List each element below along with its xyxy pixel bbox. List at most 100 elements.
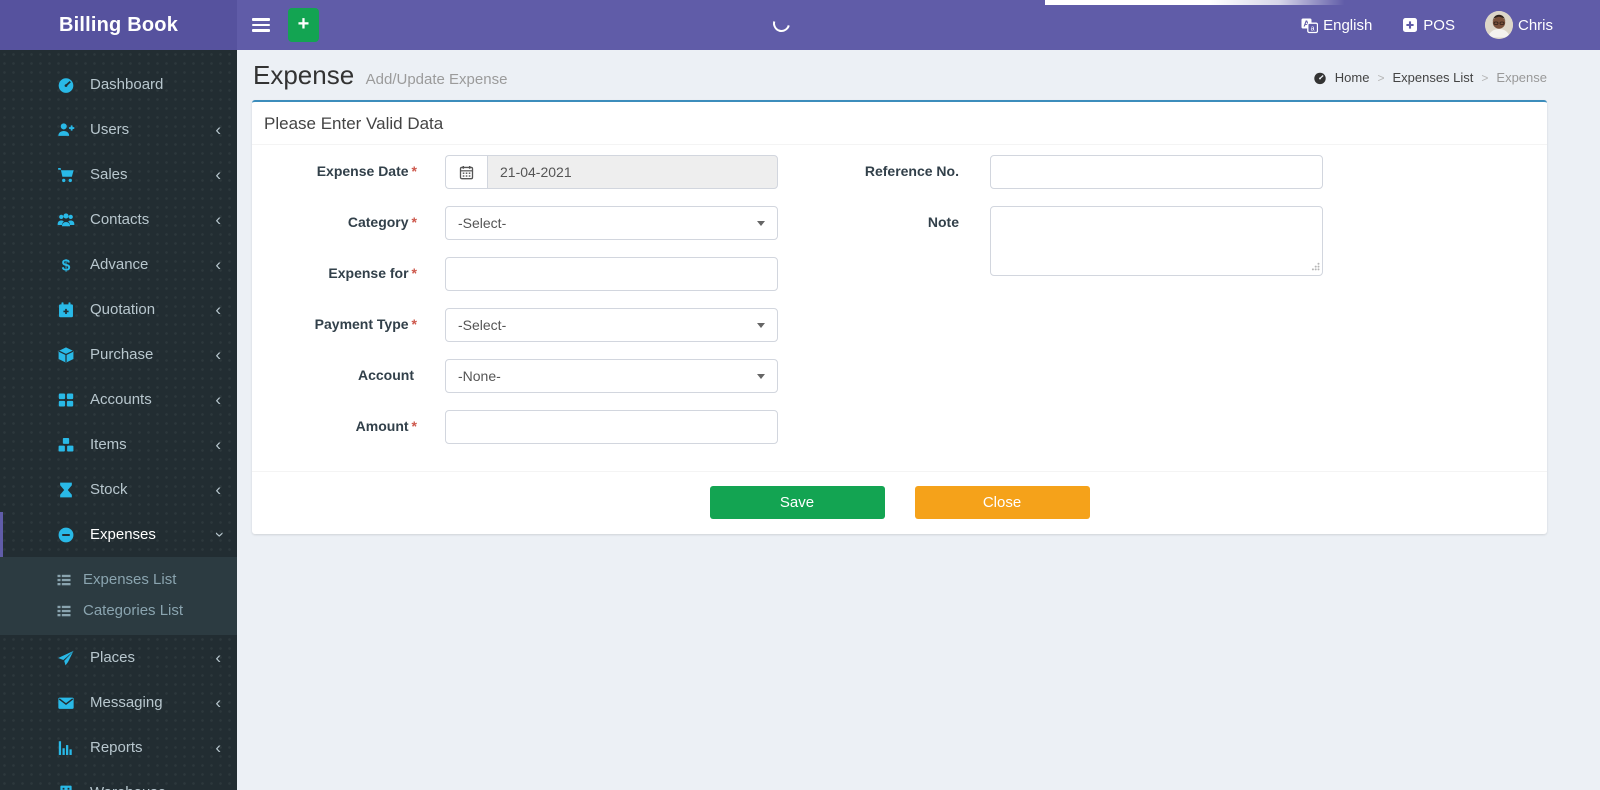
account-select[interactable]: -None- (445, 359, 778, 393)
note-textarea[interactable] (990, 206, 1323, 276)
sidebar-item-label: Messaging (90, 694, 163, 711)
card-footer: Save Close (252, 471, 1547, 534)
chevron-left-icon: ‹ (215, 255, 221, 274)
chevron-down-icon (757, 374, 765, 379)
sidebar-item-sales[interactable]: Sales ‹ (0, 152, 237, 197)
sidebar-item-label: Items (90, 436, 127, 453)
sidebar-item-label: Places (90, 649, 136, 666)
chevron-left-icon: ‹ (215, 435, 221, 454)
save-button[interactable]: Save (709, 486, 885, 519)
sidebar-subitem-label: Expenses List (83, 571, 177, 588)
sidebar-item-items[interactable]: Items ‹ (0, 422, 237, 467)
breadcrumb: Home > Expenses List > Expense (1313, 70, 1547, 85)
expense-for-input[interactable] (445, 257, 778, 291)
pos-button[interactable]: POS (1402, 17, 1455, 34)
sidebar-item-label: Accounts (90, 391, 152, 408)
sidebar-item-dashboard[interactable]: Dashboard (0, 62, 237, 107)
grid-icon (57, 391, 75, 409)
note-label: Note (927, 214, 959, 230)
sidebar-item-label: Users (90, 121, 130, 138)
cubes-icon (57, 436, 75, 454)
sidebar-item-label: Reports (90, 739, 143, 756)
breadcrumb-item[interactable]: Home (1335, 70, 1370, 85)
calendar-plus-icon (57, 301, 75, 319)
chevron-left-icon: ‹ (215, 165, 221, 184)
sidebar-submenu-expenses: Expenses List Categories List (0, 557, 237, 635)
chevron-down-icon (757, 221, 765, 226)
sidebar: Dashboard Users ‹ Sales ‹ Contacts ‹ $ Advance ‹ Q… (0, 50, 237, 790)
users-icon (57, 211, 75, 229)
payment-type-label: Payment Type * (314, 316, 417, 332)
svg-text:$: $ (62, 257, 71, 273)
top-navbar: Billing Book + A a English POS Chris (0, 0, 1600, 50)
account-label: Account (358, 367, 414, 383)
sidebar-item-quotation[interactable]: Quotation ‹ (0, 287, 237, 332)
building-icon (57, 784, 75, 790)
sidebar-subitem-expenses-list[interactable]: Expenses List (0, 564, 237, 595)
envelope-icon (57, 694, 75, 712)
translate-icon: A a (1301, 17, 1319, 34)
close-button[interactable]: Close (914, 486, 1090, 519)
breadcrumb-item: Expense (1496, 70, 1547, 85)
sidebar-subitem-categories-list[interactable]: Categories List (0, 595, 237, 626)
user-name: Chris (1517, 16, 1553, 34)
dollar-icon: $ (57, 256, 75, 273)
hourglass-icon (57, 481, 75, 499)
sidebar-menu: Dashboard Users ‹ Sales ‹ Contacts ‹ $ Advance ‹ Q… (0, 62, 237, 790)
page-title: Expense (253, 60, 355, 90)
category-select[interactable]: -Select- (445, 206, 778, 240)
sidebar-item-label: Warehouse (90, 784, 166, 790)
sidebar-item-label: Dashboard (90, 76, 164, 93)
language-label: English (1323, 16, 1373, 34)
breadcrumb-item[interactable]: Expenses List (1392, 70, 1473, 85)
user-menu[interactable]: Chris (1484, 11, 1553, 39)
sidebar-item-label: Quotation (90, 301, 156, 318)
sidebar-item-places[interactable]: Places ‹ (0, 635, 237, 680)
amount-input[interactable] (445, 410, 778, 444)
list-icon (56, 572, 72, 588)
expense-date-input[interactable] (487, 155, 778, 189)
reference-no-input[interactable] (990, 155, 1323, 189)
chevron-left-icon: ‹ (215, 648, 221, 667)
sidebar-item-purchase[interactable]: Purchase ‹ (0, 332, 237, 377)
payment-type-select[interactable]: -Select- (445, 308, 778, 342)
pos-label: POS (1423, 16, 1455, 34)
main-content: Expense Add/Update Expense Home > Expenses… (237, 0, 1600, 534)
render-artifact (1045, 0, 1345, 5)
svg-text:a: a (1311, 25, 1315, 32)
chevron-left-icon: ‹ (215, 693, 221, 712)
chevron-left-icon: ‹ (215, 390, 221, 409)
content-header: Expense Add/Update Expense Home > Expenses… (237, 50, 1600, 100)
cube-icon (57, 346, 75, 364)
language-menu[interactable]: A a English (1301, 17, 1372, 34)
sidebar-item-stock[interactable]: Stock ‹ (0, 467, 237, 512)
amount-label: Amount * (355, 418, 417, 434)
sidebar-item-reports[interactable]: Reports ‹ (0, 725, 237, 770)
sidebar-item-warehouse[interactable]: Warehouse ‹ (0, 770, 237, 790)
paper-plane-icon (57, 649, 75, 667)
sidebar-item-users[interactable]: Users ‹ (0, 107, 237, 152)
sidebar-toggle-icon[interactable] (250, 12, 272, 38)
app-logo[interactable]: Billing Book (0, 0, 237, 50)
sidebar-item-accounts[interactable]: Accounts ‹ (0, 377, 237, 422)
sidebar-item-label: Contacts (90, 211, 150, 228)
expense-date-label: Expense Date * (316, 163, 417, 179)
chevron-left-icon: ‹ (215, 210, 221, 229)
loading-spinner-icon (769, 11, 794, 36)
chevron-left-icon: ‹ (215, 300, 221, 319)
sidebar-item-expenses[interactable]: Expenses ‹ (0, 512, 237, 557)
calendar-icon[interactable] (445, 155, 487, 189)
sidebar-item-messaging[interactable]: Messaging ‹ (0, 680, 237, 725)
cart-icon (57, 166, 75, 184)
sidebar-item-advance[interactable]: $ Advance ‹ (0, 242, 237, 287)
sidebar-item-label: Sales (90, 166, 128, 183)
speedometer-icon (57, 76, 75, 94)
minus-circle-icon (57, 526, 75, 544)
sidebar-item-label: Advance (90, 256, 149, 273)
bar-chart-icon (57, 739, 75, 757)
chevron-down-icon (757, 323, 765, 328)
plus-square-icon (1402, 17, 1418, 33)
category-label: Category * (347, 214, 417, 230)
sidebar-item-contacts[interactable]: Contacts ‹ (0, 197, 237, 242)
quick-add-button[interactable]: + (288, 8, 319, 42)
